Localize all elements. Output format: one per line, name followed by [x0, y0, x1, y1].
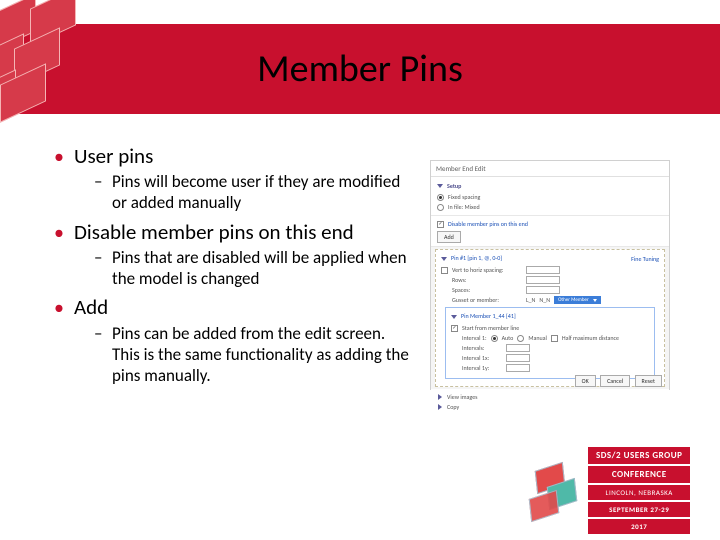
radio-fixed-spacing	[437, 194, 444, 201]
sub-list: – Pins will become user if they are modi…	[94, 171, 414, 214]
checkbox-vertspacing	[441, 267, 448, 274]
half-label: Half maximum distance	[562, 334, 619, 342]
reset-button: Reset	[635, 375, 662, 387]
pin-group-title: Pin #1 [pin 1, @, 0-0]	[451, 254, 502, 264]
checkbox-half	[551, 335, 558, 342]
bullet-label: Add	[74, 295, 108, 320]
gusset-dropdown: Other Member	[554, 296, 601, 304]
badge-line3: LINCOLN, NEBRASKA	[588, 485, 690, 500]
radio-infile	[437, 204, 444, 211]
bullet-item: • Disable member pins on this end – Pins…	[54, 220, 414, 290]
spaces-field	[526, 286, 560, 294]
pin-member-panel: Pin Member 1_44 [41] ✓ Start from member …	[445, 307, 655, 379]
view-images-label: View images	[447, 393, 478, 401]
chevron-down-icon	[451, 315, 457, 319]
intervals-label: Intervals:	[462, 344, 502, 352]
radio-auto-label: Auto	[502, 334, 514, 342]
intervals-field	[506, 344, 530, 352]
sub-item: – Pins will become user if they are modi…	[94, 171, 414, 214]
gusset-val-b: N_N	[539, 296, 550, 304]
bullet-marker: •	[54, 298, 74, 318]
embedded-screenshot: Member End Edit Setup Fixed spacing In f…	[430, 160, 670, 390]
sub-item: – Pins that are disabled will be applied…	[94, 247, 414, 290]
gusset-dropdown-value: Other Member	[558, 297, 589, 303]
bullet-marker: •	[54, 147, 74, 167]
pin-group-panel: Pin #1 [pin 1, @, 0-0] Fine Tuning Vert …	[435, 249, 665, 387]
radio-fixed-spacing-label: Fixed spacing	[448, 193, 480, 201]
sub-text: Pins will become user if they are modifi…	[112, 171, 414, 214]
section-setup-header: Setup	[437, 180, 663, 192]
conference-badge: SDS/2 USERS GROUP CONFERENCE LINCOLN, NE…	[526, 450, 706, 530]
bullet-item: • Add – Pins can be added from the edit …	[54, 295, 414, 386]
bullet-marker: •	[54, 223, 74, 243]
radio-infile-label: In file: Mixed	[448, 203, 480, 211]
chevron-down-icon	[441, 257, 447, 261]
ok-button: OK	[575, 375, 596, 387]
checkbox-startfrom: ✓	[451, 325, 458, 332]
interval1x-field	[506, 354, 530, 362]
dash-marker: –	[94, 171, 112, 192]
bullet-label: Disable member pins on this end	[74, 220, 354, 245]
dialog-title: Member End Edit	[431, 161, 669, 177]
copy-label: Copy	[447, 403, 459, 411]
sub-list: – Pins can be added from the edit screen…	[94, 323, 414, 387]
dash-marker: –	[94, 323, 112, 344]
chevron-right-icon	[438, 394, 442, 400]
pin-member-title: Pin Member 1_44 [41]	[461, 312, 516, 322]
chevron-right-icon	[438, 404, 442, 410]
setup-label: Setup	[447, 182, 461, 190]
spaces-label: Spaces:	[452, 286, 522, 294]
checkbox-disable-pins: ✓	[437, 221, 444, 228]
rows-field	[526, 276, 560, 284]
radio-auto	[491, 335, 498, 342]
interval1y-label: Interval 1y:	[462, 364, 502, 372]
interval1x-label: Interval 1x:	[462, 354, 502, 362]
badge-line1: SDS/2 USERS GROUP	[588, 447, 690, 464]
add-button: Add	[437, 231, 461, 243]
sub-text: Pins can be added from the edit screen. …	[112, 323, 414, 387]
badge-text-group: SDS/2 USERS GROUP CONFERENCE LINCOLN, NE…	[588, 447, 690, 534]
cancel-button: Cancel	[600, 375, 630, 387]
slide-title: Member Pins	[0, 46, 720, 92]
fine-tuning-link: Fine Tuning	[631, 255, 659, 263]
chevron-down-icon	[593, 299, 597, 302]
vert-spacing-field	[526, 266, 560, 274]
gusset-label: Gusset or member:	[452, 296, 522, 304]
disable-pins-label: Disable member pins on this end	[448, 220, 528, 228]
gusset-val-a: L_N	[526, 296, 535, 304]
badge-line2: CONFERENCE	[588, 466, 690, 483]
interval1y-field	[506, 364, 530, 372]
radio-manual	[517, 335, 524, 342]
dialog-footer: OK Cancel Reset	[575, 373, 665, 387]
badge-line4: SEPTEMBER 27-29	[588, 502, 690, 517]
badge-cubes-icon	[526, 460, 586, 520]
startfrom-label: Start from member line	[462, 324, 519, 332]
sub-item: – Pins can be added from the edit screen…	[94, 323, 414, 387]
content-area: • User pins – Pins will become user if t…	[54, 144, 414, 392]
dash-marker: –	[94, 247, 112, 268]
interval-label: Interval 1:	[462, 334, 487, 342]
bullet-item: • User pins – Pins will become user if t…	[54, 144, 414, 214]
bullet-label: User pins	[74, 144, 153, 169]
badge-line5: 2017	[588, 519, 690, 534]
rows-label: Rows:	[452, 276, 522, 284]
sub-list: – Pins that are disabled will be applied…	[94, 247, 414, 290]
radio-manual-label: Manual	[528, 334, 547, 342]
chevron-down-icon	[437, 184, 443, 188]
vert-spacing-label: Vert to horiz spacing:	[452, 266, 522, 274]
sub-text: Pins that are disabled will be applied w…	[112, 247, 414, 290]
bullet-list: • User pins – Pins will become user if t…	[54, 144, 414, 386]
